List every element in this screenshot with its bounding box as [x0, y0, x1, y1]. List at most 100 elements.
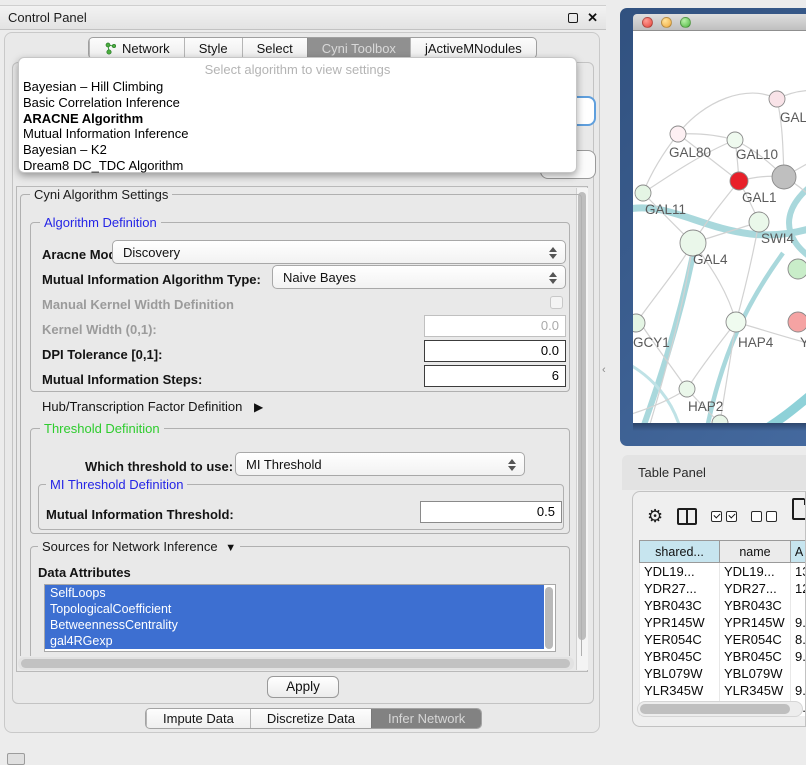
- tab[interactable]: Network: [89, 38, 184, 58]
- collapse-triangle-icon[interactable]: ▼: [225, 542, 236, 554]
- table-cell[interactable]: YDL19...: [640, 563, 720, 580]
- network-node[interactable]: [730, 172, 748, 190]
- attribute-list-item[interactable]: TopologicalCoefficient: [45, 601, 544, 617]
- table-cell[interactable]: 12: [791, 580, 806, 597]
- minimize-traffic-light-icon[interactable]: [661, 17, 672, 28]
- dropdown-item[interactable]: Dream8 DC_TDC Algorithm: [19, 158, 576, 174]
- tab[interactable]: Style: [184, 38, 242, 58]
- columns-icon[interactable]: [677, 508, 697, 525]
- manual-kernel-width-checkbox[interactable]: [550, 296, 563, 309]
- table-horizontal-scrollbar[interactable]: [637, 701, 803, 717]
- table-row[interactable]: YDR27...YDR27...12: [640, 580, 806, 597]
- mi-threshold-field[interactable]: 0.5: [420, 501, 562, 523]
- close-traffic-light-icon[interactable]: [642, 17, 653, 28]
- apply-button[interactable]: Apply: [267, 676, 339, 698]
- table-row[interactable]: YBR045CYBR045C9.: [640, 648, 806, 665]
- mi-algorithm-type-select[interactable]: Naive Bayes: [272, 265, 566, 289]
- tab[interactable]: Cyni Toolbox: [307, 38, 410, 58]
- file-icon[interactable]: [792, 498, 806, 520]
- column-header[interactable]: shared...: [640, 541, 720, 563]
- node-label: HAP2: [688, 399, 723, 414]
- tab[interactable]: jActiveMNodules: [410, 38, 536, 58]
- mi-steps-label: Mutual Information Steps:: [42, 372, 202, 387]
- network-node[interactable]: [635, 185, 651, 201]
- table-cell[interactable]: YBR045C: [640, 648, 720, 665]
- aracne-mode-select[interactable]: Discovery: [112, 240, 566, 264]
- table-row[interactable]: YDL19...YDL19...13: [640, 563, 806, 580]
- expand-triangle-icon[interactable]: ▶: [254, 400, 263, 414]
- network-node[interactable]: [679, 381, 695, 397]
- dropdown-item[interactable]: Bayesian – Hill Climbing: [19, 79, 576, 95]
- table-cell[interactable]: YBR043C: [640, 597, 720, 614]
- float-window-icon[interactable]: [568, 13, 578, 23]
- mode-tab[interactable]: Impute Data: [146, 709, 250, 728]
- table-cell[interactable]: [791, 597, 806, 614]
- table-cell[interactable]: 9.: [791, 682, 806, 699]
- attributes-list-scrollbar-thumb[interactable]: [545, 587, 553, 649]
- table-row[interactable]: YBL079WYBL079W: [640, 665, 806, 682]
- network-node[interactable]: [712, 415, 728, 423]
- table-cell[interactable]: YER054C: [640, 631, 720, 648]
- table-horizontal-scrollbar-thumb[interactable]: [640, 704, 790, 714]
- mode-tab[interactable]: Infer Network: [371, 709, 481, 728]
- dpi-tolerance-field[interactable]: 0.0: [424, 340, 566, 362]
- table-cell[interactable]: YDR27...: [720, 580, 791, 597]
- network-node[interactable]: [727, 132, 743, 148]
- network-node[interactable]: [749, 212, 769, 232]
- table-cell[interactable]: YER054C: [720, 631, 791, 648]
- hub-definition-disclosure[interactable]: Hub/Transcription Factor Definition ▶: [42, 399, 263, 414]
- table-cell[interactable]: YDL19...: [720, 563, 791, 580]
- dropdown-item[interactable]: Mutual Information Inference: [19, 126, 576, 142]
- network-node[interactable]: [769, 91, 785, 107]
- table-cell[interactable]: [791, 665, 806, 682]
- column-header[interactable]: name: [720, 541, 791, 563]
- bottom-left-button[interactable]: [7, 753, 25, 765]
- column-header[interactable]: A: [791, 541, 806, 563]
- table-cell[interactable]: 9.: [791, 614, 806, 631]
- hide-all-columns-button[interactable]: [751, 511, 777, 522]
- table-cell[interactable]: 13: [791, 563, 806, 580]
- table-row[interactable]: YER054CYER054C8.: [640, 631, 806, 648]
- dropdown-item[interactable]: ARACNE Algorithm: [19, 111, 576, 127]
- checkbox-checked-icon: [711, 511, 722, 522]
- attribute-list-item[interactable]: SelfLoops: [45, 585, 544, 601]
- dropdown-item[interactable]: Basic Correlation Inference: [19, 95, 576, 111]
- kernel-width-field[interactable]: 0.0: [424, 315, 566, 337]
- mode-tab[interactable]: Discretize Data: [250, 709, 371, 728]
- table-cell[interactable]: YLR345W: [720, 682, 791, 699]
- settings-horizontal-scrollbar-thumb[interactable]: [21, 659, 570, 668]
- zoom-traffic-light-icon[interactable]: [680, 17, 691, 28]
- table-row[interactable]: YLR345WYLR345W9.: [640, 682, 806, 699]
- table-cell[interactable]: YBR045C: [720, 648, 791, 665]
- attribute-list-item[interactable]: BetweennessCentrality: [45, 617, 544, 633]
- table-cell[interactable]: YDR27...: [640, 580, 720, 597]
- table-cell[interactable]: YBR043C: [720, 597, 791, 614]
- dropdown-item[interactable]: Bayesian – K2: [19, 142, 576, 158]
- data-attributes-list[interactable]: SelfLoops TopologicalCoefficient Between…: [44, 584, 556, 652]
- table-cell[interactable]: 9.: [791, 648, 806, 665]
- network-node[interactable]: [772, 165, 796, 189]
- table-cell[interactable]: YPR145W: [640, 614, 720, 631]
- network-node[interactable]: [633, 314, 645, 332]
- network-window-titlebar[interactable]: [633, 14, 806, 31]
- table-cell[interactable]: 8.: [791, 631, 806, 648]
- close-icon[interactable]: ✕: [587, 13, 598, 23]
- table-cell[interactable]: YBL079W: [640, 665, 720, 682]
- split-pane-divider-icon[interactable]: ‹: [602, 364, 612, 378]
- mi-steps-field[interactable]: 6: [424, 365, 566, 387]
- table-cell[interactable]: YLR345W: [640, 682, 720, 699]
- which-threshold-select[interactable]: MI Threshold: [235, 452, 525, 476]
- show-all-columns-button[interactable]: [711, 511, 737, 522]
- attribute-list-item[interactable]: gal4RGexp: [45, 633, 544, 649]
- table-cell[interactable]: YPR145W: [720, 614, 791, 631]
- network-canvas[interactable]: GALGAL80GAL10GAL1GAL11SWI4GAL4GCY1HAP4YH…: [633, 31, 806, 423]
- tab[interactable]: Select: [242, 38, 307, 58]
- network-node[interactable]: [788, 259, 806, 279]
- table-cell[interactable]: YBL079W: [720, 665, 791, 682]
- gear-icon[interactable]: ⚙: [647, 507, 663, 525]
- network-node[interactable]: [670, 126, 686, 142]
- network-node[interactable]: [788, 312, 806, 332]
- table-row[interactable]: YPR145WYPR145W9.: [640, 614, 806, 631]
- table-row[interactable]: YBR043CYBR043C: [640, 597, 806, 614]
- network-node[interactable]: [726, 312, 746, 332]
